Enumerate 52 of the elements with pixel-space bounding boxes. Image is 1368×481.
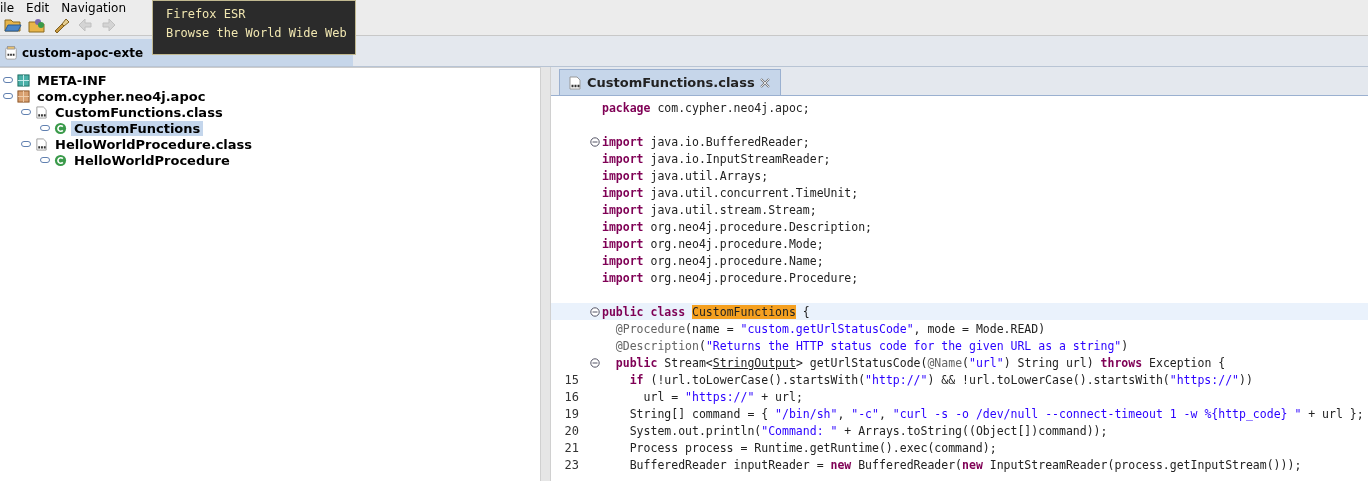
code-line: import org.neo4j.procedure.Name;	[602, 253, 824, 268]
code-line: import java.io.BufferedReader;	[602, 134, 810, 149]
code-line: package com.cypher.neo4j.apoc;	[602, 100, 810, 115]
line-number: 15	[563, 372, 579, 387]
code-line: import org.neo4j.procedure.Mode;	[602, 236, 824, 251]
tree-item[interactable]: com.cypher.neo4j.apoc	[34, 88, 209, 104]
class-file-icon	[35, 105, 48, 119]
tree-item[interactable]: META-INF	[34, 72, 110, 88]
package-icon	[17, 89, 30, 103]
class-icon	[54, 121, 67, 135]
class-file-icon	[568, 75, 582, 90]
line-number: 16	[563, 389, 579, 404]
tree-item[interactable]: CustomFunctions	[71, 120, 204, 136]
code-line: Process process = Runtime.getRuntime().exec(command);	[628, 440, 997, 455]
line-number: 19	[563, 406, 579, 421]
tree-item[interactable]: CustomFunctions.class	[52, 104, 226, 120]
tree-item[interactable]: HelloWorldProcedure	[71, 152, 233, 168]
code-line: import java.util.stream.Stream;	[602, 202, 817, 217]
code-line: url = "https://" + url;	[642, 389, 803, 404]
code-line: import java.io.InputStreamReader;	[602, 151, 831, 166]
code-line: String[] command = { "/bin/sh", "-c", "curl -s -o /dev/null --connect-timeout 1 -w %{http_code} " + url };	[628, 406, 1364, 421]
collapse-icon[interactable]	[590, 357, 600, 368]
code-line: System.out.println("Command: " + Arrays.toString((Object[])command));	[628, 423, 1108, 438]
folder-icon[interactable]	[28, 17, 46, 33]
code-line: public Stream<StringOutput> getUrlStatusCode(@Name("url") String url) throws Exception {	[614, 355, 1226, 370]
jar-icon	[4, 45, 18, 60]
line-number: 20	[563, 423, 579, 438]
menu-item[interactable]: Edit	[26, 0, 50, 15]
code-line: BufferedReader inputReader = new BufferedReader(new InputStreamReader(process.getInputStream()));	[628, 457, 1302, 472]
code-line: import java.util.Arrays;	[602, 168, 769, 183]
class-icon	[54, 153, 67, 167]
code-line: if (!url.toLowerCase().startsWith("http://") && !url.toLowerCase().startsWith("https://"))	[628, 372, 1253, 387]
collapse-icon[interactable]	[590, 306, 600, 317]
code-line: import java.util.concurrent.TimeUnit;	[602, 185, 859, 200]
flashlight-icon[interactable]	[52, 17, 70, 33]
tooltip-title: Firefox ESR	[166, 6, 247, 23]
code-line: import org.neo4j.procedure.Description;	[602, 219, 873, 234]
folder-icon[interactable]	[4, 17, 22, 33]
line-number: 21	[563, 440, 579, 455]
grid-icon	[17, 73, 30, 87]
menu-item[interactable]: Navigation	[61, 0, 127, 15]
code-line: import org.neo4j.procedure.Procedure;	[602, 270, 859, 285]
code-line: public class CustomFunctions {	[602, 304, 810, 319]
collapse-icon[interactable]	[590, 136, 600, 147]
editor-tab[interactable]: CustomFunctions.class	[559, 69, 781, 95]
code-line: @Description("Returns the HTTP status code for the given URL as a string")	[614, 338, 1129, 353]
tree-item[interactable]: HelloWorldProcedure.class	[52, 136, 256, 152]
code-line: @Procedure(name = "custom.getUrlStatusCode", mode = Mode.READ)	[614, 321, 1046, 336]
menu-item[interactable]: ile	[0, 0, 15, 15]
line-number: 23	[563, 457, 579, 472]
class-file-icon	[35, 137, 48, 151]
close-icon[interactable]	[759, 77, 770, 88]
